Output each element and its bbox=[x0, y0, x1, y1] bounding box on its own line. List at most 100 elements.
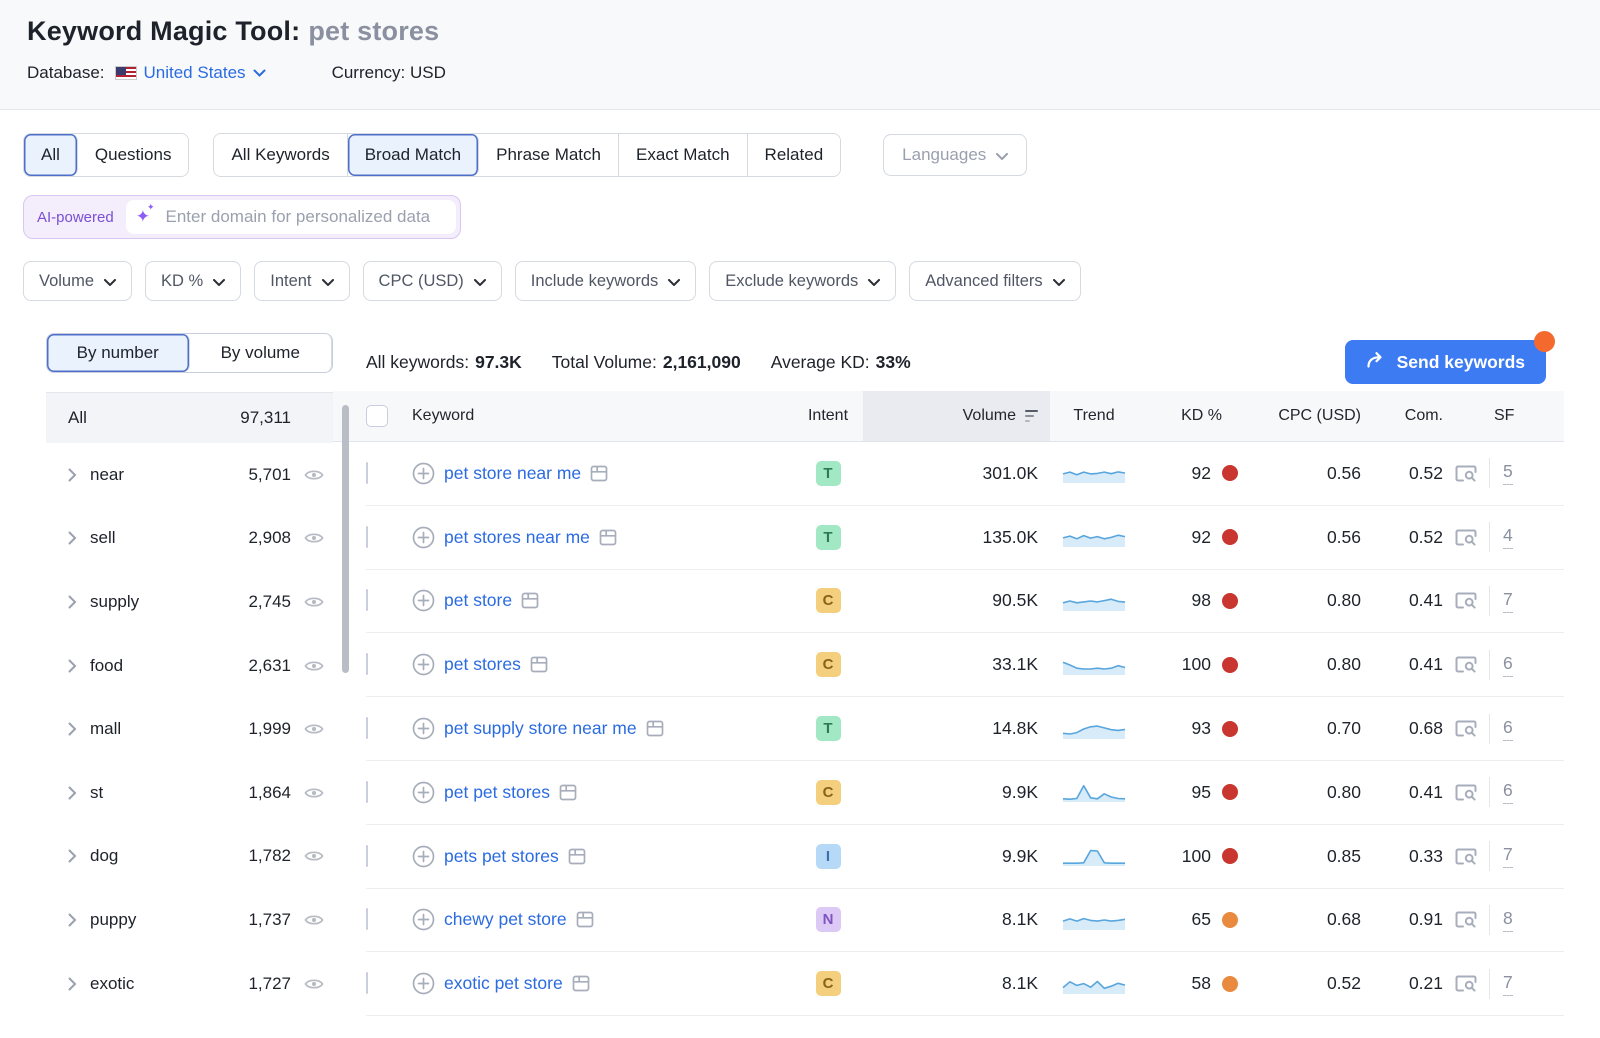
eye-icon[interactable] bbox=[304, 722, 324, 736]
serp-features-icon[interactable] bbox=[1455, 974, 1477, 993]
keyword-link[interactable]: pet stores near me bbox=[444, 527, 590, 548]
row-checkbox[interactable] bbox=[366, 845, 368, 867]
serp-preview-icon[interactable] bbox=[568, 848, 586, 865]
group-row-supply[interactable]: supply2,745 bbox=[46, 570, 333, 634]
sf-count[interactable]: 4 bbox=[1503, 525, 1513, 549]
chevron-right-icon[interactable] bbox=[68, 531, 77, 545]
keyword-link[interactable]: pet stores bbox=[444, 654, 521, 675]
keyword-link[interactable]: chewy pet store bbox=[444, 909, 567, 930]
serp-preview-icon[interactable] bbox=[530, 656, 548, 673]
chevron-right-icon[interactable] bbox=[68, 977, 77, 991]
filter-dropdown-kd-[interactable]: KD % bbox=[145, 261, 241, 301]
row-checkbox[interactable] bbox=[366, 717, 368, 739]
add-keyword-icon[interactable] bbox=[412, 845, 435, 868]
group-row-dog[interactable]: dog1,782 bbox=[46, 825, 333, 889]
filter-dropdown-intent[interactable]: Intent bbox=[254, 261, 349, 301]
eye-icon[interactable] bbox=[304, 977, 324, 991]
keyword-link[interactable]: pet supply store near me bbox=[444, 718, 637, 739]
serp-preview-icon[interactable] bbox=[576, 911, 594, 928]
keyword-link[interactable]: pet store near me bbox=[444, 463, 581, 484]
serp-features-icon[interactable] bbox=[1455, 464, 1477, 483]
filter-dropdown-volume[interactable]: Volume bbox=[23, 261, 132, 301]
serp-features-icon[interactable] bbox=[1455, 528, 1477, 547]
toggle-by-volume[interactable]: By volume bbox=[190, 334, 333, 372]
serp-preview-icon[interactable] bbox=[521, 592, 539, 609]
keyword-link[interactable]: exotic pet store bbox=[444, 973, 563, 994]
sf-count[interactable]: 7 bbox=[1503, 844, 1513, 868]
filter-dropdown-advanced-filters[interactable]: Advanced filters bbox=[909, 261, 1080, 301]
add-keyword-icon[interactable] bbox=[412, 462, 435, 485]
add-keyword-icon[interactable] bbox=[412, 908, 435, 931]
col-header-kd[interactable]: KD % bbox=[1138, 407, 1250, 425]
add-keyword-icon[interactable] bbox=[412, 972, 435, 995]
serp-features-icon[interactable] bbox=[1455, 847, 1477, 866]
serp-features-icon[interactable] bbox=[1455, 591, 1477, 610]
eye-icon[interactable] bbox=[304, 468, 324, 482]
group-row-sell[interactable]: sell2,908 bbox=[46, 507, 333, 571]
group-row-mall[interactable]: mall1,999 bbox=[46, 697, 333, 761]
eye-icon[interactable] bbox=[304, 786, 324, 800]
sf-count[interactable]: 7 bbox=[1503, 972, 1513, 996]
group-row-all[interactable]: All 97,311 bbox=[46, 393, 333, 443]
chevron-right-icon[interactable] bbox=[68, 786, 77, 800]
sf-count[interactable]: 7 bbox=[1503, 589, 1513, 613]
serp-preview-icon[interactable] bbox=[599, 529, 617, 546]
add-keyword-icon[interactable] bbox=[412, 589, 435, 612]
serp-features-icon[interactable] bbox=[1455, 655, 1477, 674]
sidebar-scrollbar[interactable] bbox=[342, 405, 349, 673]
serp-features-icon[interactable] bbox=[1455, 910, 1477, 929]
row-checkbox[interactable] bbox=[366, 972, 368, 994]
chevron-right-icon[interactable] bbox=[68, 913, 77, 927]
send-keywords-button[interactable]: Send keywords bbox=[1345, 340, 1546, 384]
chevron-right-icon[interactable] bbox=[68, 595, 77, 609]
eye-icon[interactable] bbox=[304, 595, 324, 609]
tab-all-keywords[interactable]: All Keywords bbox=[214, 134, 347, 176]
filter-dropdown-exclude-keywords[interactable]: Exclude keywords bbox=[709, 261, 896, 301]
chevron-down-icon[interactable] bbox=[253, 69, 266, 77]
sf-count[interactable]: 6 bbox=[1503, 717, 1513, 741]
col-header-sf[interactable]: SF bbox=[1455, 407, 1564, 425]
filter-dropdown-cpc-usd-[interactable]: CPC (USD) bbox=[363, 261, 502, 301]
chevron-right-icon[interactable] bbox=[68, 468, 77, 482]
row-checkbox[interactable] bbox=[366, 462, 368, 484]
languages-dropdown[interactable]: Languages bbox=[883, 134, 1027, 176]
add-keyword-icon[interactable] bbox=[412, 653, 435, 676]
serp-features-icon[interactable] bbox=[1455, 719, 1477, 738]
tab-related[interactable]: Related bbox=[748, 134, 841, 176]
eye-icon[interactable] bbox=[304, 659, 324, 673]
tab-all[interactable]: All bbox=[24, 134, 78, 176]
row-checkbox[interactable] bbox=[366, 781, 368, 803]
tab-phrase-match[interactable]: Phrase Match bbox=[479, 134, 619, 176]
group-row-st[interactable]: st1,864 bbox=[46, 761, 333, 825]
sf-count[interactable]: 6 bbox=[1503, 780, 1513, 804]
group-row-near[interactable]: near5,701 bbox=[46, 443, 333, 507]
row-checkbox[interactable] bbox=[366, 908, 368, 930]
col-header-keyword[interactable]: Keyword bbox=[412, 407, 793, 425]
tab-questions[interactable]: Questions bbox=[78, 134, 189, 176]
row-checkbox[interactable] bbox=[366, 653, 368, 675]
add-keyword-icon[interactable] bbox=[412, 781, 435, 804]
keyword-link[interactable]: pets pet stores bbox=[444, 846, 559, 867]
group-row-exotic[interactable]: exotic1,727 bbox=[46, 952, 333, 1016]
sf-count[interactable]: 6 bbox=[1503, 653, 1513, 677]
eye-icon[interactable] bbox=[304, 531, 324, 545]
filter-dropdown-include-keywords[interactable]: Include keywords bbox=[515, 261, 696, 301]
keyword-link[interactable]: pet store bbox=[444, 590, 512, 611]
database-selector[interactable]: United States bbox=[144, 63, 246, 83]
row-checkbox[interactable] bbox=[366, 526, 368, 548]
add-keyword-icon[interactable] bbox=[412, 717, 435, 740]
toggle-by-number[interactable]: By number bbox=[47, 334, 190, 372]
tab-exact-match[interactable]: Exact Match bbox=[619, 134, 748, 176]
eye-icon[interactable] bbox=[304, 913, 324, 927]
serp-preview-icon[interactable] bbox=[590, 465, 608, 482]
col-header-com[interactable]: Com. bbox=[1373, 407, 1455, 425]
col-header-volume[interactable]: Volume bbox=[863, 391, 1050, 441]
eye-icon[interactable] bbox=[304, 849, 324, 863]
domain-input[interactable]: ✦✦ Enter domain for personalized data bbox=[126, 200, 456, 234]
serp-preview-icon[interactable] bbox=[572, 975, 590, 992]
group-row-food[interactable]: food2,631 bbox=[46, 634, 333, 698]
add-keyword-icon[interactable] bbox=[412, 526, 435, 549]
col-header-trend[interactable]: Trend bbox=[1050, 407, 1138, 425]
group-row-puppy[interactable]: puppy1,737 bbox=[46, 888, 333, 952]
serp-preview-icon[interactable] bbox=[559, 784, 577, 801]
